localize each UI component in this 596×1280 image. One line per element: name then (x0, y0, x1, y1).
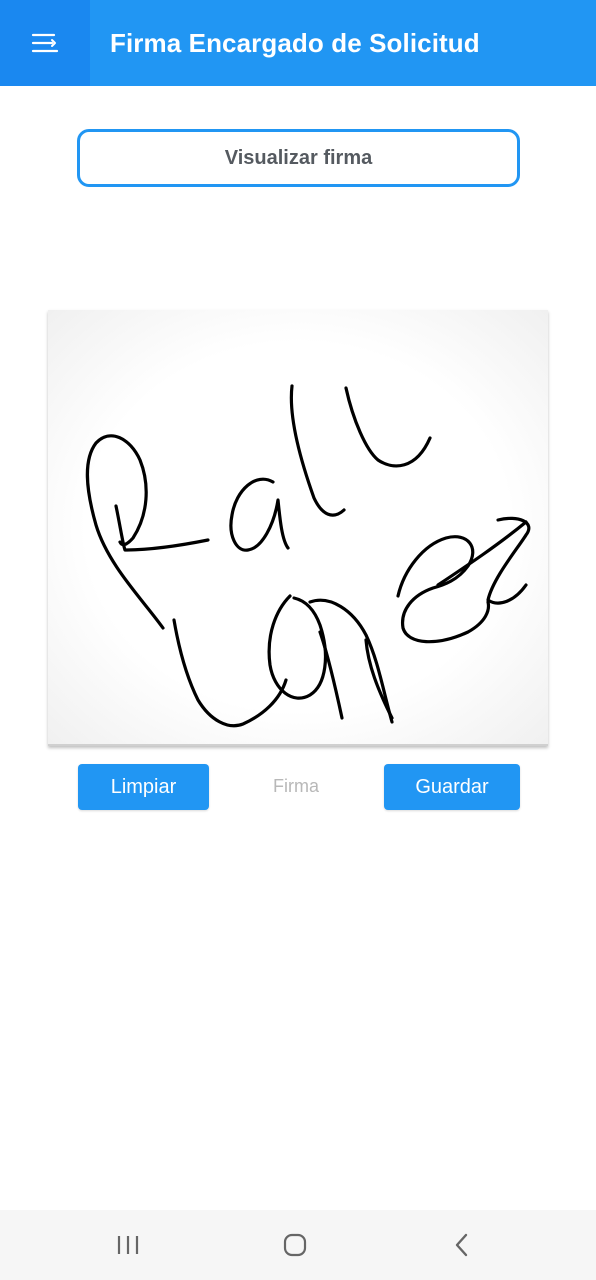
menu-button[interactable] (0, 0, 90, 86)
signature-drawing (85, 384, 531, 728)
app-bar: Firma Encargado de Solicitud (0, 0, 596, 86)
home-icon (283, 1233, 307, 1257)
app-screen: Firma Encargado de Solicitud Visualizar … (0, 0, 596, 1280)
recents-button[interactable] (88, 1210, 168, 1280)
system-navigation-bar (0, 1210, 596, 1280)
menu-icon (31, 33, 59, 53)
recents-icon (117, 1236, 139, 1254)
save-button[interactable]: Guardar (384, 764, 520, 810)
back-icon (455, 1233, 468, 1257)
back-button[interactable] (422, 1210, 502, 1280)
page-title: Firma Encargado de Solicitud (110, 27, 480, 58)
signature-pad-label: Firma (273, 776, 319, 796)
signature-pad[interactable] (48, 310, 548, 746)
home-button[interactable] (255, 1210, 335, 1280)
visualize-signature-button[interactable]: Visualizar firma (77, 129, 520, 187)
clear-button[interactable]: Limpiar (78, 764, 209, 810)
